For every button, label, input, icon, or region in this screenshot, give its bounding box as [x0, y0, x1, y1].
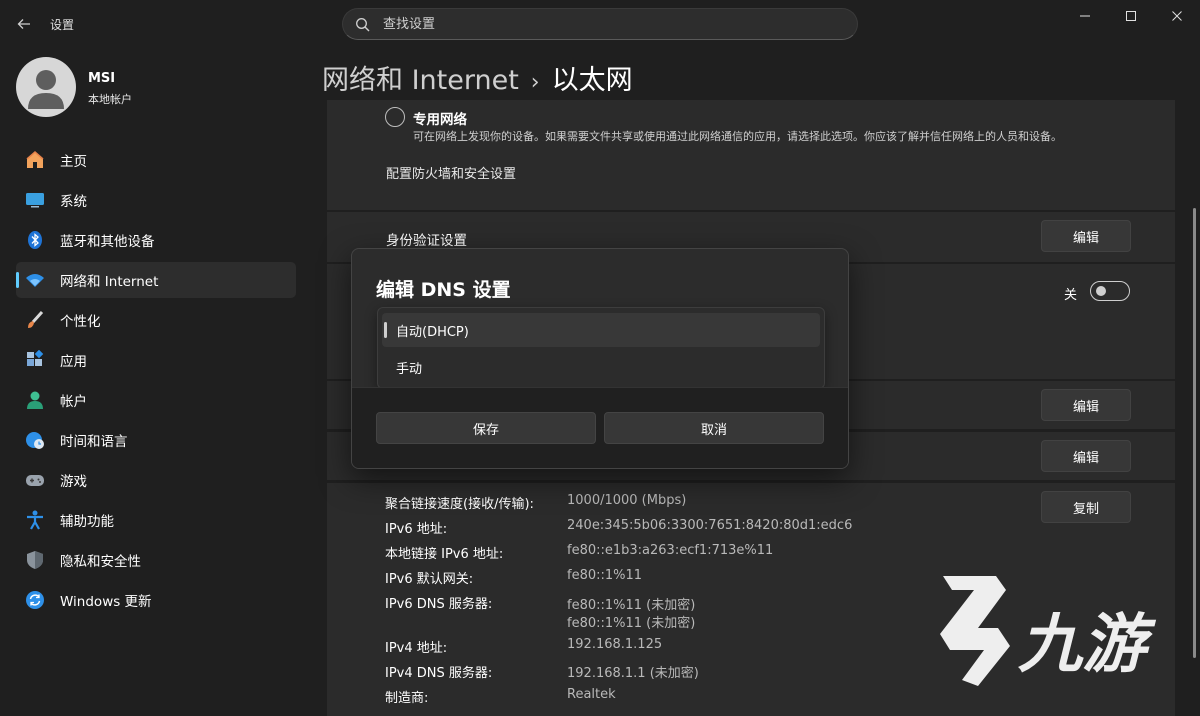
property-key: IPv6 DNS 服务器: [385, 597, 493, 612]
sidebar-item-network[interactable]: 网络和 Internet [16, 262, 296, 298]
apps-icon [24, 349, 46, 371]
dropdown-option-auto[interactable]: 自动(DHCP) [382, 313, 820, 347]
property-key: 制造商: [385, 691, 429, 706]
maximize-icon[interactable] [1108, 0, 1154, 32]
sidebar-item-time-language[interactable]: 时间和语言 [16, 422, 296, 458]
auth-settings-label: 身份验证设置 [386, 233, 467, 249]
gamepad-icon [24, 469, 46, 491]
close-icon[interactable] [1154, 0, 1200, 32]
property-key: IPv4 DNS 服务器: [385, 666, 493, 681]
watermark-logo: 九游 [918, 568, 1168, 693]
edit-auth-button[interactable]: 编辑 [1041, 220, 1131, 252]
firewall-settings-link[interactable]: 配置防火墙和安全设置 [386, 163, 516, 182]
sidebar-item-bluetooth[interactable]: 蓝牙和其他设备 [16, 222, 296, 258]
wifi-icon [24, 269, 46, 291]
property-key: 聚合链接速度(接收/传输): [385, 497, 534, 512]
dns-mode-dropdown[interactable]: 自动(DHCP) 手动 [377, 307, 825, 389]
metered-connection-toggle[interactable] [1090, 281, 1130, 301]
breadcrumb: 网络和 Internet › 以太网 [322, 58, 633, 97]
profile-name: MSI [88, 71, 116, 86]
edit-dns-dialog: 编辑 DNS 设置 自动(DHCP) 手动 保存 取消 [351, 248, 849, 469]
sidebar-item-label: 主页 [60, 154, 87, 170]
sidebar-item-label: 应用 [60, 354, 87, 370]
sidebar-nav: 主页 系统 蓝牙和其他设备 网络和 Internet 个性化 应用 帐户 时间和… [16, 142, 296, 622]
sidebar-item-label: 蓝牙和其他设备 [60, 234, 155, 250]
watermark-text: 九游 [1018, 608, 1157, 682]
sidebar-item-accessibility[interactable]: 辅助功能 [16, 502, 296, 538]
sidebar-item-apps[interactable]: 应用 [16, 342, 296, 378]
minimize-icon[interactable] [1062, 0, 1108, 32]
sidebar-item-accounts[interactable]: 帐户 [16, 382, 296, 418]
property-value: 192.168.1.1 (未加密) [567, 666, 699, 681]
bluetooth-icon [24, 229, 46, 251]
avatar[interactable] [16, 57, 76, 117]
profile-account-type: 本地帐户 [88, 93, 132, 106]
property-value: fe80::e1b3:a263:ecf1:713e%11 [567, 543, 774, 558]
sidebar-item-label: 辅助功能 [60, 514, 114, 530]
property-value: fe80::1%11 (未加密) [567, 598, 696, 613]
sidebar-item-label: 帐户 [60, 394, 87, 410]
toggle-knob [1096, 286, 1106, 296]
dialog-footer: 保存 取消 [352, 387, 848, 468]
sidebar-item-label: 时间和语言 [60, 434, 128, 450]
brush-icon [24, 309, 46, 331]
breadcrumb-separator: › [530, 70, 540, 95]
sidebar-item-label: 网络和 Internet [60, 274, 159, 290]
private-network-description: 可在网络上发现你的设备。如果需要文件共享或使用通过此网络通信的应用，请选择此选项… [413, 130, 1062, 143]
dropdown-option-manual[interactable]: 手动 [382, 350, 820, 384]
sidebar-item-gaming[interactable]: 游戏 [16, 462, 296, 498]
sidebar-item-label: Windows 更新 [60, 594, 152, 610]
copy-button[interactable]: 复制 [1041, 491, 1131, 523]
property-value: 192.168.1.125 [567, 637, 663, 652]
sidebar-item-home[interactable]: 主页 [16, 142, 296, 178]
edit-dns-button[interactable]: 编辑 [1041, 440, 1131, 472]
edit-ip-button[interactable]: 编辑 [1041, 389, 1131, 421]
save-button[interactable]: 保存 [376, 412, 596, 444]
sidebar-item-windows-update[interactable]: Windows 更新 [16, 582, 296, 618]
back-arrow-icon[interactable] [10, 10, 38, 38]
search-box[interactable] [342, 8, 858, 40]
property-key: IPv6 默认网关: [385, 572, 474, 587]
property-key: IPv4 地址: [385, 641, 448, 656]
scrollbar[interactable] [1193, 208, 1196, 658]
dialog-title: 编辑 DNS 设置 [376, 279, 511, 301]
property-value: fe80::1%11 (未加密) [567, 616, 696, 631]
property-value: 240e:345:5b06:3300:7651:8420:80d1:edc6 [567, 518, 853, 533]
monitor-icon [24, 189, 46, 211]
accessibility-icon [24, 509, 46, 531]
app-title: 设置 [50, 18, 75, 32]
property-value: 1000/1000 (Mbps) [567, 493, 687, 508]
private-network-radio[interactable] [385, 107, 405, 127]
title-bar: 设置 [0, 0, 1200, 48]
cancel-button[interactable]: 取消 [604, 412, 824, 444]
sidebar-item-label: 系统 [60, 194, 87, 210]
sidebar-item-label: 游戏 [60, 474, 87, 490]
shield-icon [24, 549, 46, 571]
page-title: 以太网 [551, 65, 633, 96]
home-icon [24, 149, 46, 171]
search-input[interactable] [383, 9, 843, 39]
sidebar-item-label: 隐私和安全性 [60, 554, 141, 570]
sidebar-item-label: 个性化 [60, 314, 101, 330]
search-icon [355, 17, 371, 33]
person-icon [24, 389, 46, 411]
private-network-label: 专用网络 [413, 112, 467, 128]
sidebar-item-privacy[interactable]: 隐私和安全性 [16, 542, 296, 578]
property-key: IPv6 地址: [385, 522, 448, 537]
globe-clock-icon [24, 429, 46, 451]
property-key: 本地链接 IPv6 地址: [385, 547, 504, 562]
property-value: Realtek [567, 687, 616, 702]
property-value: fe80::1%11 [567, 568, 643, 583]
sidebar-item-system[interactable]: 系统 [16, 182, 296, 218]
update-icon [24, 589, 46, 611]
breadcrumb-parent[interactable]: 网络和 Internet [322, 65, 519, 96]
sidebar-item-personalization[interactable]: 个性化 [16, 302, 296, 338]
metered-toggle-state: 关 [1064, 288, 1078, 303]
